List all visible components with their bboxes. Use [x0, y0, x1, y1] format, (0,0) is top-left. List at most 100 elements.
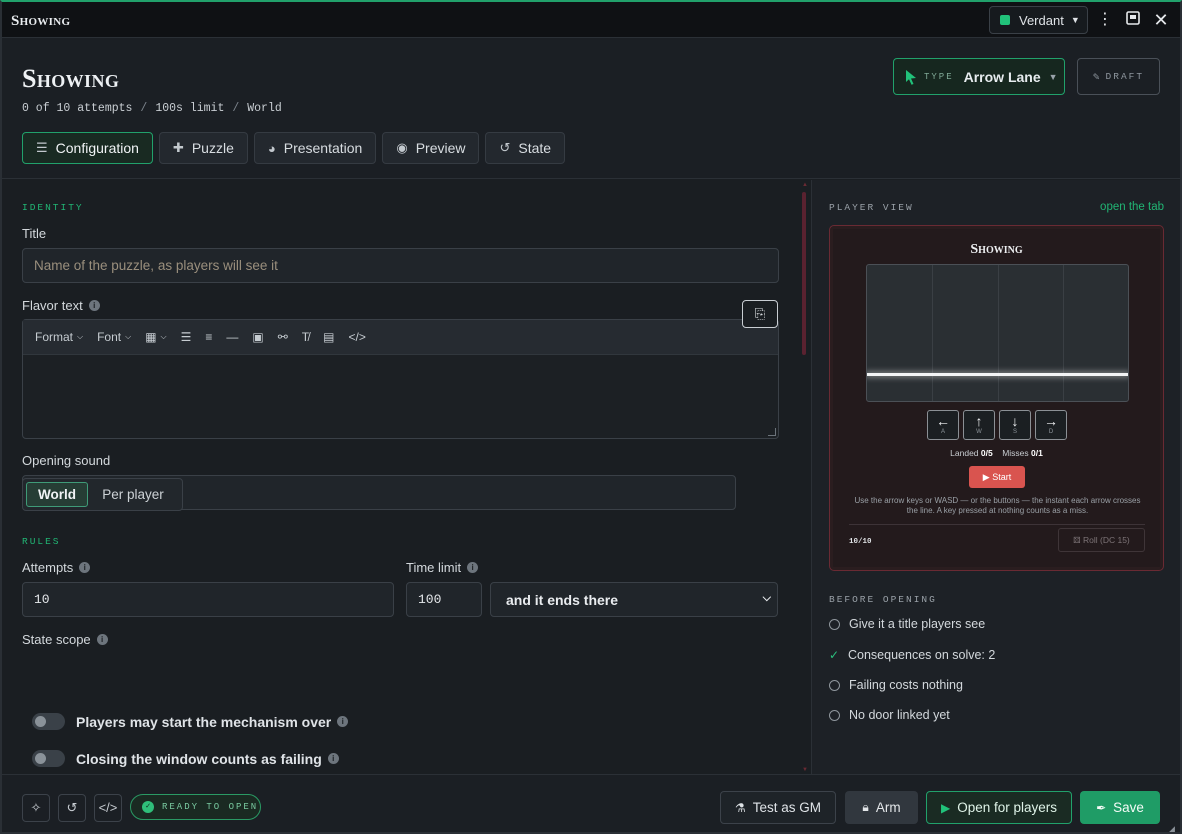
- code-icon[interactable]: </>: [348, 330, 365, 344]
- image-icon[interactable]: ▣: [252, 330, 263, 344]
- theme-label: Verdant: [1019, 12, 1064, 28]
- scrollbar-thumb[interactable]: [802, 192, 806, 355]
- tab-puzzle[interactable]: ✚ Puzzle: [158, 132, 248, 164]
- info-icon[interactable]: i: [96, 634, 108, 645]
- identity-section-heading: IDENTITY: [22, 202, 84, 213]
- table-icon: ▦: [145, 330, 157, 344]
- table-dropdown[interactable]: ▦ ⌵: [145, 330, 166, 344]
- rules-section-heading: RULES: [22, 536, 61, 547]
- empty-circle-icon: [829, 709, 840, 721]
- limit-meta: 100s limit: [155, 102, 225, 115]
- undo-icon[interactable]: ↺: [58, 794, 86, 822]
- type-label: TYPE: [924, 71, 954, 82]
- tab-preview[interactable]: ◉ Preview: [382, 132, 480, 164]
- scope-world-option[interactable]: World: [26, 482, 88, 507]
- before-opening-heading: BEFORE OPENING: [829, 594, 937, 605]
- arrow-left-button[interactable]: ← A: [927, 410, 959, 440]
- more-vertical-icon[interactable]: ⋮: [1096, 11, 1114, 29]
- dice-icon: ⚄: [1073, 535, 1081, 545]
- close-toggle[interactable]: [32, 750, 65, 767]
- checklist-item: ✓ Consequences on solve: 2: [829, 648, 996, 662]
- file-import-icon: ⎘: [754, 306, 766, 321]
- window-title: Showing: [11, 13, 71, 29]
- arrow-right-button[interactable]: → D: [1035, 410, 1067, 440]
- test-as-gm-button[interactable]: ⚗ Test as GM: [720, 791, 836, 824]
- roll-button[interactable]: ⚄ Roll (DC 15): [1058, 528, 1145, 552]
- info-icon[interactable]: i: [467, 562, 479, 573]
- preview-divider: [849, 524, 1145, 525]
- format-dropdown[interactable]: Format ⌵: [35, 330, 83, 344]
- journal-icon[interactable]: [1124, 11, 1142, 29]
- check-circle-icon: ✓: [142, 801, 154, 813]
- numbered-list-icon[interactable]: ≡: [205, 330, 212, 344]
- info-icon[interactable]: i: [337, 716, 349, 727]
- window-resize-grip[interactable]: ◢: [1168, 824, 1178, 832]
- theme-select[interactable]: Verdant ▼: [989, 6, 1088, 34]
- tab-presentation[interactable]: ◕ Presentation: [253, 132, 377, 164]
- sound-label: Opening sound: [22, 453, 111, 468]
- footer-bar: ✧ ↺ </> ✓ READY TO OPEN ⚗ Test as GM 🔒︎ Arm…: [2, 774, 1180, 832]
- horizontal-rule-icon[interactable]: —: [226, 330, 238, 344]
- type-selector[interactable]: TYPE Arrow Lane ▼: [893, 58, 1065, 95]
- bullet-list-icon[interactable]: ☰: [181, 330, 192, 344]
- info-icon[interactable]: i: [88, 300, 100, 311]
- open-for-players-button[interactable]: ▶ Open for players: [926, 791, 1072, 824]
- config-panel: IDENTITY Title Name of the puzzle, as pl…: [2, 180, 810, 774]
- magic-wand-icon[interactable]: ✧: [22, 794, 50, 822]
- time-limit-input[interactable]: 100: [406, 582, 482, 617]
- scope-meta: World: [247, 102, 282, 115]
- tab-label: State: [518, 140, 552, 156]
- arm-button[interactable]: 🔒︎ Arm: [845, 791, 918, 824]
- flask-icon: ⚗: [734, 800, 746, 815]
- history-icon: ↺: [499, 140, 511, 155]
- palette-icon: ◕: [267, 140, 276, 156]
- puzzle-icon: ✚: [172, 140, 184, 155]
- scroll-up-icon[interactable]: ▲: [802, 182, 808, 188]
- player-preview: Showing ← A ↑ W ↓ S → D Landed 0/5 Misses 0/…: [829, 225, 1164, 571]
- info-icon[interactable]: i: [327, 753, 339, 764]
- resize-handle[interactable]: [768, 428, 776, 436]
- draft-button[interactable]: ✎ DRAFT: [1077, 58, 1160, 95]
- cursor-icon: [906, 69, 916, 85]
- chevron-down-icon: ⌵: [762, 592, 771, 604]
- ready-badge: ✓ READY TO OPEN: [130, 794, 261, 820]
- play-icon: ▶: [982, 472, 990, 482]
- restart-toggle-label: Players may start the mechanism over: [76, 713, 332, 730]
- tab-label: Puzzle: [191, 140, 234, 156]
- empty-circle-icon: [829, 618, 840, 630]
- close-icon[interactable]: ✕: [1152, 11, 1170, 29]
- eye-icon: ◉: [396, 140, 408, 155]
- attempts-input[interactable]: 10: [22, 582, 394, 617]
- font-dropdown[interactable]: Font ⌵: [97, 330, 131, 344]
- title-input[interactable]: Name of the puzzle, as players will see …: [22, 248, 779, 283]
- open-tab-link[interactable]: open the tab: [1100, 201, 1164, 213]
- arrow-up-button[interactable]: ↑ W: [963, 410, 995, 440]
- clear-format-icon[interactable]: T̸: [302, 330, 309, 344]
- flavor-editor[interactable]: Format ⌵ Font ⌵ ▦ ⌵ ☰ ≡ — ▣ ⚯ T̸ ▤ </>: [22, 319, 779, 439]
- restart-toggle-row: Players may start the mechanism over i: [32, 713, 349, 730]
- scope-label: State scope i: [22, 632, 108, 647]
- scope-toggle: World Per player: [22, 478, 183, 511]
- info-icon[interactable]: i: [79, 562, 91, 573]
- restart-toggle[interactable]: [32, 713, 65, 730]
- code-icon[interactable]: </>: [94, 794, 122, 822]
- tab-configuration[interactable]: ☰ Configuration: [22, 132, 153, 164]
- scroll-down-icon[interactable]: ▼: [802, 767, 808, 773]
- save-icon[interactable]: ▤: [323, 330, 334, 344]
- tab-state[interactable]: ↺ State: [485, 132, 566, 164]
- preview-hint: Use the arrow keys or WASD — or the butt…: [854, 496, 1141, 515]
- time-mode-value: and it ends there: [506, 591, 619, 608]
- empty-circle-icon: [829, 679, 840, 691]
- start-button[interactable]: ▶ Start: [969, 466, 1025, 488]
- scope-per-player-option[interactable]: Per player: [88, 482, 178, 507]
- title-label: Title: [22, 226, 47, 241]
- save-button[interactable]: ✒ Save: [1080, 791, 1160, 824]
- time-mode-select[interactable]: and it ends there ⌵: [490, 582, 778, 617]
- score-line: Landed 0/5 Misses 0/1: [950, 448, 1043, 458]
- file-picker-button[interactable]: ⎘: [742, 300, 778, 328]
- player-view-heading: PLAYER VIEW: [829, 202, 914, 213]
- arrow-down-button[interactable]: ↓ S: [999, 410, 1031, 440]
- link-icon[interactable]: ⚯: [278, 330, 288, 344]
- checklist-item: Failing costs nothing: [829, 678, 963, 692]
- sliders-icon: ☰: [36, 140, 48, 155]
